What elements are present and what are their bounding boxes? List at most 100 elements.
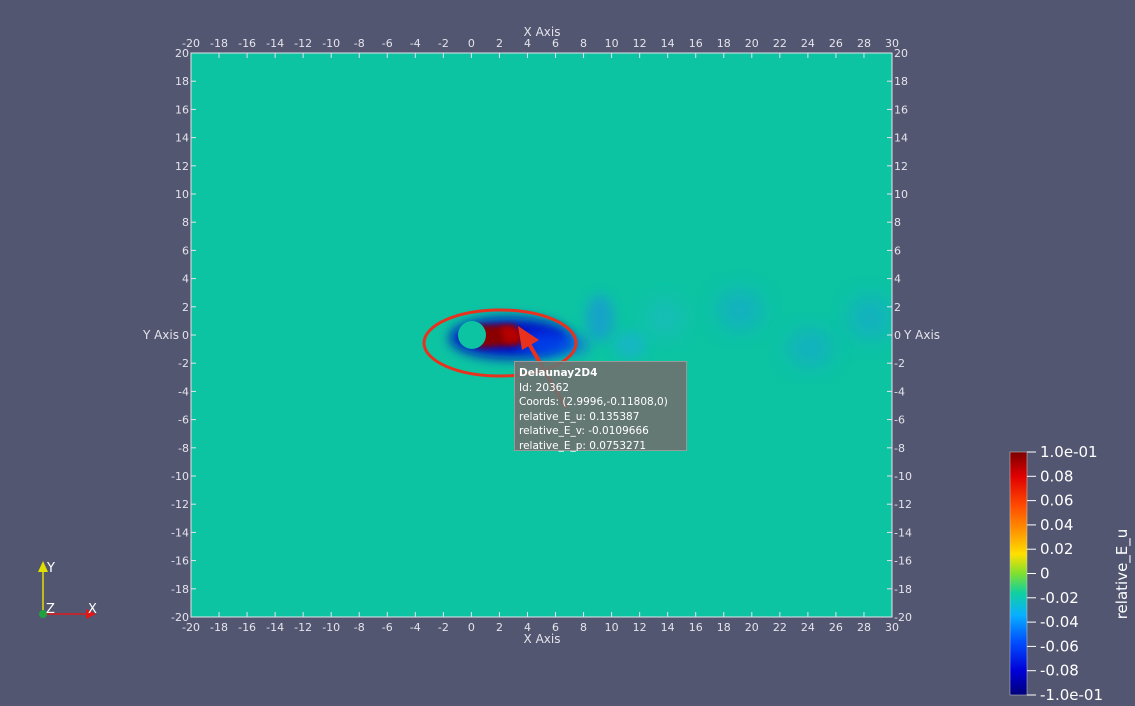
point-info-tooltip: Delaunay2D4 Id: 20362 Coords: (2.9996,-0…	[514, 361, 687, 452]
cylinder	[458, 321, 486, 349]
y-axis-title-right: Y Axis	[903, 328, 940, 342]
y-tick-label-right: 6	[894, 244, 901, 257]
colorbar-tick-label: 0	[1040, 565, 1050, 583]
colorbar-tick-label: 0.02	[1040, 540, 1073, 558]
y-tick-label-left: -14	[171, 526, 189, 539]
colorbar-gradient	[1009, 451, 1028, 696]
y-tick-label-right: 0	[894, 329, 901, 342]
y-tick-label-left: 16	[175, 103, 189, 116]
tooltip-e-u: relative_E_u: 0.135387	[519, 410, 640, 423]
x-tick-label-top: 10	[605, 37, 619, 50]
colorbar-tick-label: 0.06	[1040, 492, 1073, 510]
render-viewport[interactable]: -20 -18 -16 -14 -12 -10 -8 -6 -4 -2 0 2 4 6 8 10 12 14 16 1…	[0, 0, 1135, 706]
y-tick-label-left: -4	[178, 385, 189, 398]
y-tick-label-left: 20	[175, 47, 189, 60]
x-tick-label-top: 20	[745, 37, 759, 50]
wake-blob	[614, 331, 646, 359]
x-tick-label-bottom: -8	[354, 621, 365, 634]
y-tick-label-right: -6	[894, 414, 905, 427]
scalar-field	[191, 53, 892, 617]
tooltip-e-p: relative_E_p: 0.0753271	[519, 439, 647, 452]
x-tick-label-top: -2	[438, 37, 449, 50]
y-tick-label-right: 12	[894, 160, 908, 173]
y-tick-label-left: 10	[175, 188, 189, 201]
x-tick-label-top: 0	[468, 37, 475, 50]
y-tick-label-right: -10	[894, 470, 912, 483]
x-tick-label-top: 18	[717, 37, 731, 50]
colorbar-tick-label: 0.04	[1040, 516, 1073, 534]
x-tick-label-bottom: -16	[238, 621, 256, 634]
tooltip-id: Id: 20362	[519, 381, 570, 394]
x-tick-label-bottom: 18	[717, 621, 731, 634]
x-tick-label-bottom: 10	[605, 621, 619, 634]
x-tick-label-top: 2	[496, 37, 503, 50]
y-tick-label-left: 2	[182, 301, 189, 314]
y-tick-label-left: 12	[175, 160, 189, 173]
x-tick-label-top: 12	[633, 37, 647, 50]
wake-blob	[718, 290, 762, 330]
x-tick-label-bottom: -10	[322, 621, 340, 634]
x-tick-label-top: 14	[661, 37, 675, 50]
x-tick-label-top: 28	[857, 37, 871, 50]
x-tick-label-bottom: 8	[580, 621, 587, 634]
x-tick-label-top: 24	[801, 37, 815, 50]
x-tick-label-bottom: -2	[438, 621, 449, 634]
y-tick-label-left: -6	[178, 414, 189, 427]
wake-blob	[788, 330, 832, 366]
y-tick-label-right: 10	[894, 188, 908, 201]
y-tick-label-right: -8	[894, 442, 905, 455]
colorbar-tick-label: -0.08	[1040, 662, 1079, 680]
x-tick-label-top: -18	[210, 37, 228, 50]
y-tick-label-left: -12	[171, 498, 189, 511]
x-tick-label-bottom: 0	[468, 621, 475, 634]
y-tick-label-right: -12	[894, 498, 912, 511]
x-tick-label-top: 26	[829, 37, 843, 50]
x-tick-label-bottom: -14	[266, 621, 284, 634]
y-tick-label-right: 14	[894, 132, 908, 145]
x-tick-label-bottom: 24	[801, 621, 815, 634]
x-tick-label-bottom: 14	[661, 621, 675, 634]
colorbar-tick-label: 0.08	[1040, 467, 1073, 485]
y-tick-label-right: -2	[894, 357, 905, 370]
y-tick-label-left: -10	[171, 470, 189, 483]
y-tick-label-right: 18	[894, 75, 908, 88]
x-tick-label-top: -16	[238, 37, 256, 50]
y-tick-label-right: -20	[894, 611, 912, 624]
x-tick-label-bottom: 2	[496, 621, 503, 634]
y-tick-label-left: -18	[171, 583, 189, 596]
x-tick-label-bottom: 16	[689, 621, 703, 634]
wake-blob	[647, 300, 683, 336]
x-tick-label-top: -14	[266, 37, 284, 50]
colorbar-title: relative_E_u	[1113, 529, 1132, 620]
x-tick-label-top: 22	[773, 37, 787, 50]
tooltip-coords: Coords: (2.9996,-0.11808,0)	[519, 396, 668, 408]
y-tick-label-right: 2	[894, 301, 901, 314]
orientation-axes: X Y Z	[38, 561, 97, 619]
x-tick-label-bottom: 12	[633, 621, 647, 634]
y-tick-label-left: 0	[182, 329, 189, 342]
x-tick-label-bottom: 20	[745, 621, 759, 634]
orient-z-label: Z	[46, 602, 55, 617]
x-tick-label-bottom: 28	[857, 621, 871, 634]
colorbar-tick-label: 1.0e-01	[1040, 443, 1098, 461]
y-tick-label-right: -16	[894, 555, 912, 568]
wake-blob	[586, 294, 614, 342]
x-tick-label-top: -12	[294, 37, 312, 50]
x-tick-label-top: -8	[354, 37, 365, 50]
orient-y-label: Y	[46, 561, 55, 576]
x-tick-label-bottom: -12	[294, 621, 312, 634]
y-tick-label-left: -16	[171, 555, 189, 568]
y-tick-label-left: -8	[178, 442, 189, 455]
x-axis-title-bottom: X Axis	[524, 632, 561, 646]
y-tick-label-right: -14	[894, 526, 912, 539]
x-tick-label-bottom: -6	[382, 621, 393, 634]
x-tick-label-bottom: -18	[210, 621, 228, 634]
y-tick-label-right: 8	[894, 216, 901, 229]
y-tick-label-left: 6	[182, 244, 189, 257]
wake-blob	[850, 296, 890, 340]
colorbar: 1.0e-01 0.08 0.06 0.04 0.02 0 -0.02 -0.04 -0.06 -…	[1009, 443, 1132, 704]
x-tick-label-top: 8	[580, 37, 587, 50]
tooltip-e-v: relative_E_v: -0.0109666	[519, 425, 649, 437]
y-tick-label-left: 8	[182, 216, 189, 229]
x-tick-label-top: 16	[689, 37, 703, 50]
